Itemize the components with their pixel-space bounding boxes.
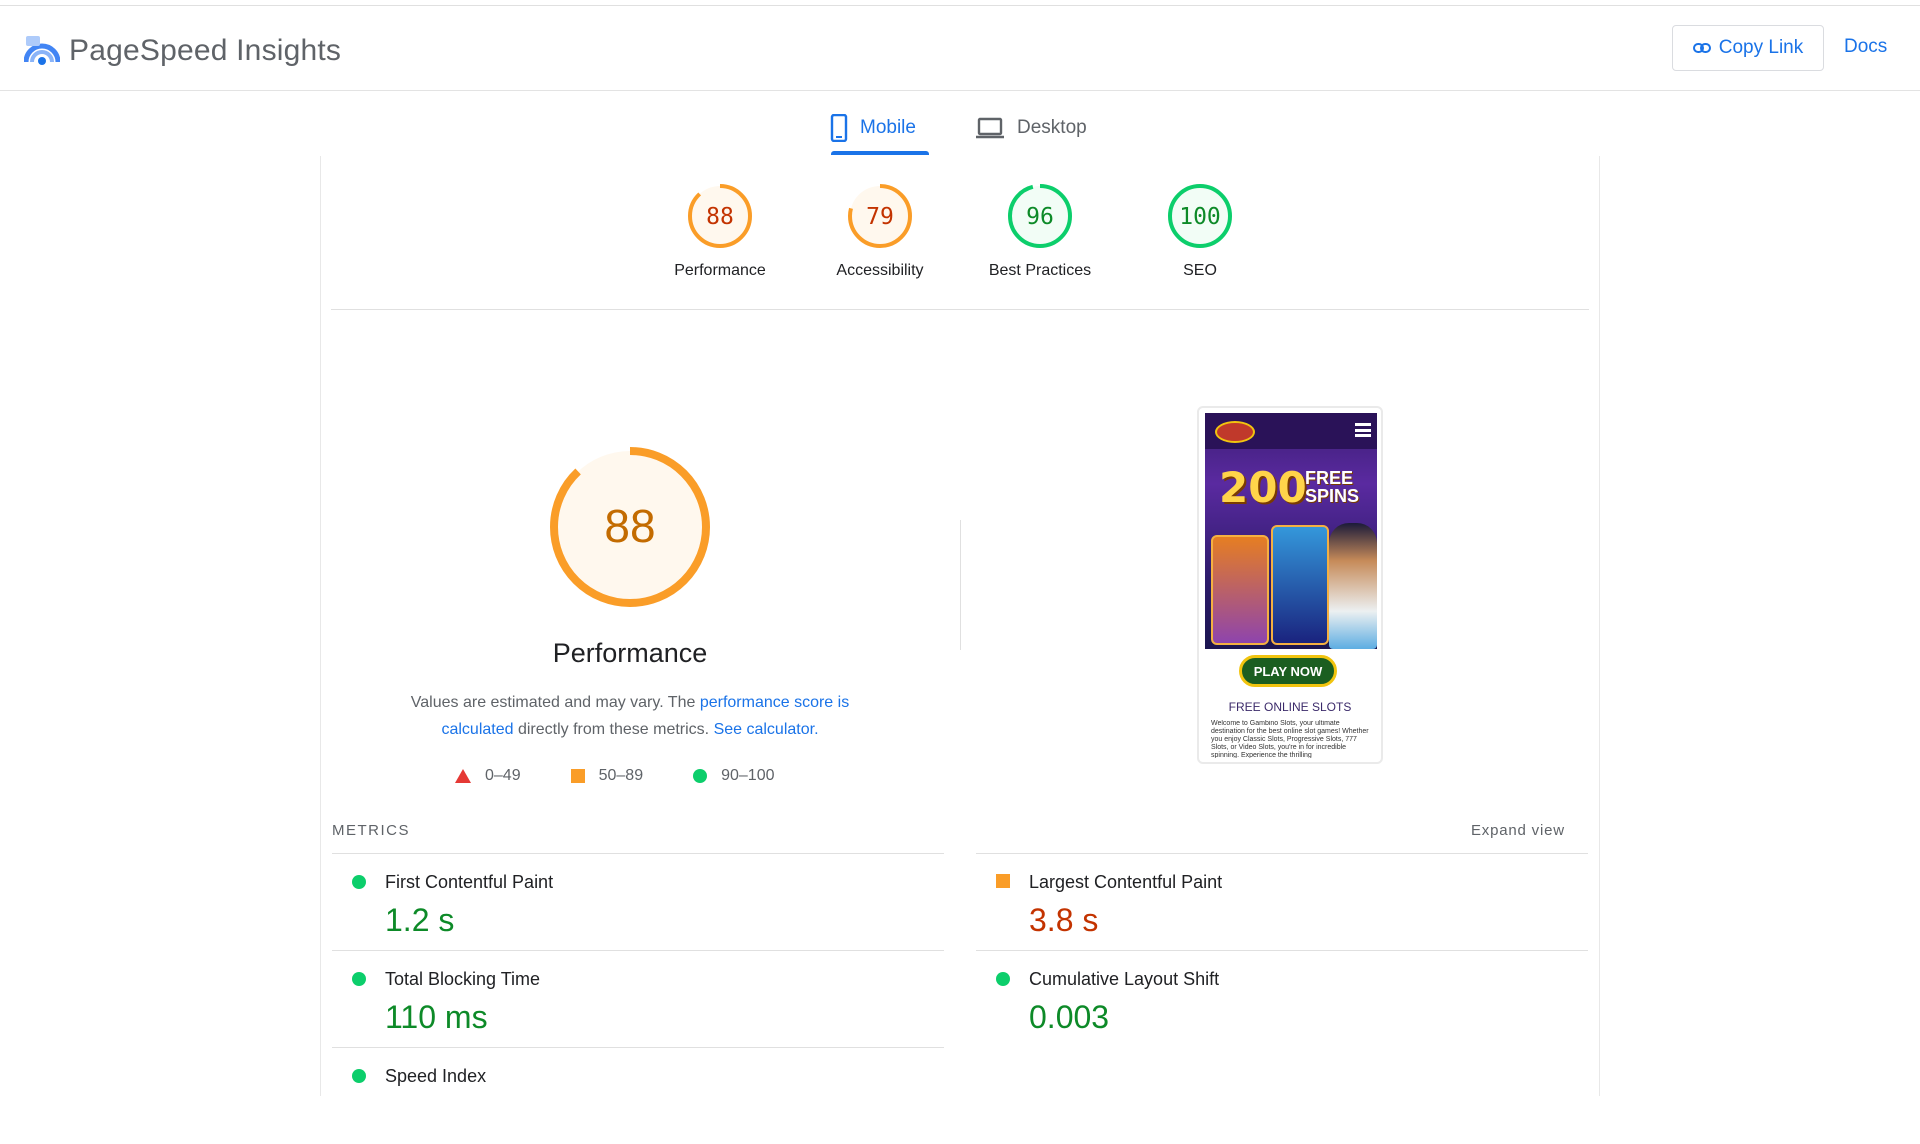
metric-value: 0.003 (1029, 999, 1110, 1035)
hamburger-menu-icon (1355, 423, 1371, 437)
legend-poor: 0–49 (455, 767, 521, 785)
device-tabs: Mobile Desktop (0, 100, 1920, 156)
performance-score: 88 (604, 500, 655, 552)
screenshot-hero: 200 FREE SPINS (1205, 413, 1377, 649)
gauge-label: Best Practices (988, 262, 1092, 279)
smartphone-icon (830, 114, 848, 142)
metric-name: Total Blocking Time (385, 969, 541, 989)
metric-largest-contentful-paint: Largest Contentful Paint 3.8 s (976, 853, 1588, 950)
gauge-label: Accessibility (836, 262, 924, 279)
square-icon (570, 769, 585, 783)
performance-title: Performance (552, 638, 708, 668)
metric-total-blocking-time: Total Blocking Time 110 ms (332, 950, 944, 1047)
play-now-button: PLAY NOW (1239, 655, 1337, 687)
desc-text: Values are estimated and may vary. The (410, 694, 700, 711)
copy-link-button[interactable]: Copy Link (1672, 25, 1824, 71)
tab-mobile-label: Mobile (860, 117, 916, 138)
performance-description: Values are estimated and may vary. The p… (380, 689, 880, 743)
metric-first-contentful-paint: First Contentful Paint 1.2 s (332, 853, 944, 950)
metric-cumulative-layout-shift: Cumulative Layout Shift 0.003 (976, 950, 1588, 1047)
gauge-score: 96 (1026, 204, 1054, 230)
metric-value: 1.2 s (385, 902, 455, 938)
gauge-score: 88 (706, 204, 734, 230)
good-indicator-icon (996, 972, 1010, 986)
circle-icon (693, 769, 708, 783)
gauge-ring: 79 (848, 184, 912, 248)
gauge-ring: 96 (1008, 184, 1072, 248)
spins-spins: SPINS (1305, 486, 1360, 506)
metric-value: 110 ms (385, 999, 488, 1035)
divider (960, 520, 961, 650)
tab-mobile[interactable]: Mobile (830, 100, 916, 156)
metrics-heading: METRICS (332, 822, 410, 839)
good-indicator-icon (352, 1069, 366, 1083)
metrics-left-column: First Contentful Paint 1.2 s Total Block… (332, 853, 944, 1144)
screenshot-body: Welcome to Gambino Slots, your ultimate … (1211, 720, 1369, 758)
slot-machine-image (1211, 535, 1269, 645)
slot-machine-image (1271, 525, 1329, 645)
score-legend: 0–49 50–89 90–100 (455, 767, 824, 785)
spins-free: FREE (1305, 468, 1354, 488)
laptop-icon (976, 117, 1004, 139)
tab-desktop[interactable]: Desktop (975, 100, 1087, 156)
gauge-performance[interactable]: 88 Performance (645, 178, 795, 280)
metrics-right-column: Largest Contentful Paint 3.8 s Cumulativ… (976, 853, 1588, 1047)
app-header: PageSpeed Insights Copy Link Docs (0, 6, 1920, 91)
character-image (1329, 523, 1377, 649)
gauge-accessibility[interactable]: 79 Accessibility (805, 178, 955, 280)
gauge-label: Performance (674, 262, 766, 279)
gauge-ring: 100 (1168, 184, 1232, 248)
metric-speed-index: Speed Index (332, 1047, 944, 1144)
gauge-score: 100 (1179, 204, 1221, 230)
metric-name: Cumulative Layout Shift (1029, 969, 1220, 989)
spins-text: FREE SPINS (1305, 469, 1359, 505)
spins-number: 200 (1219, 463, 1307, 512)
expand-view-toggle[interactable]: Expand view (1471, 822, 1565, 839)
triangle-icon (455, 769, 471, 783)
average-indicator-icon (996, 874, 1010, 888)
legend-label: 50–89 (598, 767, 644, 784)
metric-value: 3.8 s (1029, 902, 1099, 938)
gauge-ring: 88 (688, 184, 752, 248)
desc-text: directly from these metrics. (513, 721, 714, 738)
app-title: PageSpeed Insights (69, 34, 342, 67)
legend-label: 0–49 (485, 767, 521, 784)
metric-name: First Contentful Paint (385, 872, 554, 892)
good-indicator-icon (352, 875, 366, 889)
link-icon (1692, 43, 1711, 53)
active-tab-indicator (831, 151, 929, 155)
score-gauges: 88 Performance 79 Accessibility 96 Best … (331, 178, 1589, 310)
site-logo-icon (1215, 421, 1255, 443)
gauge-best-practices[interactable]: 96 Best Practices (965, 178, 1115, 280)
pagespeed-logo-icon (24, 36, 60, 65)
legend-label: 90–100 (721, 767, 775, 784)
metric-name: Largest Contentful Paint (1029, 872, 1223, 892)
screenshot-heading: FREE ONLINE SLOTS (1228, 700, 1352, 714)
good-indicator-icon (352, 972, 366, 986)
gauge-seo[interactable]: 100 SEO (1125, 178, 1275, 280)
gauge-label: SEO (1183, 262, 1217, 279)
copy-link-label: Copy Link (1718, 37, 1804, 58)
metric-name: Speed Index (385, 1066, 487, 1086)
calculator-link[interactable]: See calculator. (714, 721, 819, 738)
legend-good: 90–100 (693, 767, 774, 785)
page-screenshot-thumbnail[interactable]: 200 FREE SPINS PLAY NOW FREE ONLINE SLOTS… (1197, 406, 1383, 764)
gauge-score: 79 (866, 204, 894, 230)
legend-average: 50–89 (570, 767, 644, 785)
performance-big-gauge: 88 (550, 447, 710, 607)
tab-desktop-label: Desktop (1017, 117, 1087, 138)
docs-link[interactable]: Docs (1844, 36, 1887, 58)
